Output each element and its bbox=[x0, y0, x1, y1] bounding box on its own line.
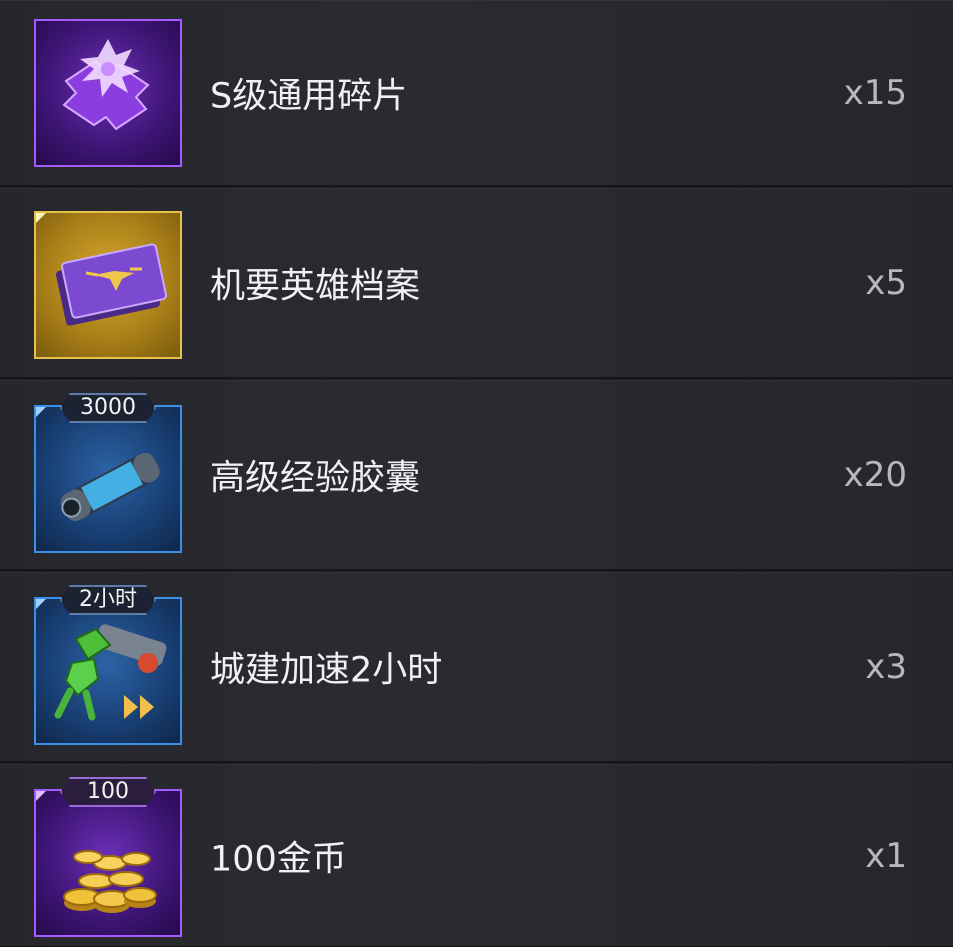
gold-coins-icon bbox=[36, 791, 180, 935]
corner-mark bbox=[36, 599, 48, 611]
item-icon-frame bbox=[34, 211, 182, 359]
item-name: S级通用碎片 bbox=[210, 76, 408, 117]
reward-list: S级通用碎片 x15 机要英雄档案 x5 3000 高级经验胶囊 x20 2小时… bbox=[0, 0, 953, 947]
item-name: 100金币 bbox=[210, 839, 347, 879]
item-icon-frame bbox=[34, 789, 182, 937]
corner-mark bbox=[36, 213, 48, 225]
item-name: 高级经验胶囊 bbox=[210, 458, 421, 499]
item-value-badge: 2小时 bbox=[60, 585, 156, 615]
reward-row[interactable]: 100 100金币 x1 bbox=[0, 764, 953, 947]
item-quantity: x3 bbox=[865, 647, 907, 687]
corner-mark bbox=[36, 407, 48, 419]
item-name: 城建加速2小时 bbox=[210, 650, 443, 691]
item-quantity: x15 bbox=[843, 73, 907, 113]
reward-row[interactable]: S级通用碎片 x15 bbox=[0, 0, 953, 186]
construction-speedup-icon bbox=[36, 599, 180, 743]
reward-row[interactable]: 2小时 城建加速2小时 x3 bbox=[0, 572, 953, 762]
purple-puzzle-piece-icon bbox=[36, 21, 180, 165]
reward-row[interactable]: 3000 高级经验胶囊 x20 bbox=[0, 380, 953, 570]
exp-capsule-icon bbox=[36, 407, 180, 551]
reward-row[interactable]: 机要英雄档案 x5 bbox=[0, 188, 953, 378]
item-name: 机要英雄档案 bbox=[210, 266, 421, 307]
item-quantity: x20 bbox=[843, 455, 907, 495]
corner-mark bbox=[36, 791, 48, 803]
hero-file-card-icon bbox=[36, 213, 180, 357]
item-quantity: x1 bbox=[865, 835, 907, 876]
item-icon-frame bbox=[34, 19, 182, 167]
item-value-badge: 3000 bbox=[60, 393, 156, 423]
item-icon-frame bbox=[34, 405, 182, 553]
item-quantity: x5 bbox=[865, 263, 907, 303]
item-icon-frame bbox=[34, 597, 182, 745]
item-value-badge: 100 bbox=[60, 777, 156, 807]
